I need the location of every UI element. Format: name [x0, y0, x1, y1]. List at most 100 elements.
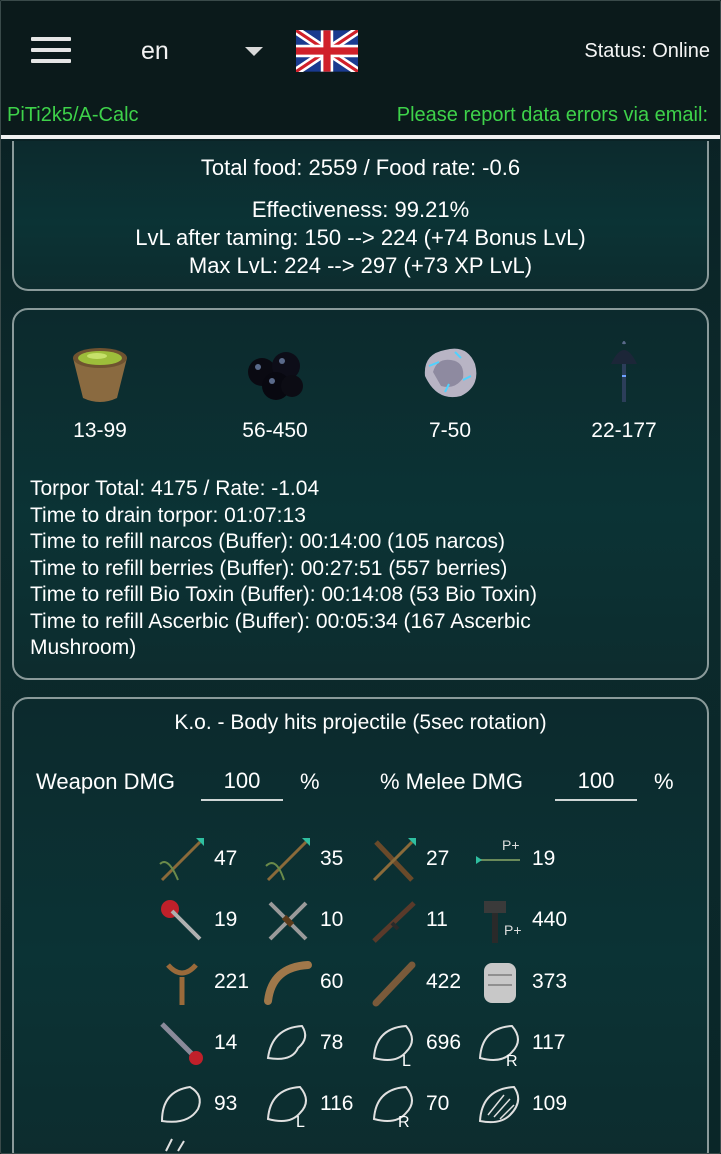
weapon-item[interactable]: L 116 [262, 1079, 362, 1133]
tranq-dart-icon [161, 900, 202, 941]
weapon-value: 19 [214, 908, 238, 931]
weapon-item[interactable]: 422 [368, 957, 468, 1011]
refill-berries: Time to refill berries (Buffer): 00:27:5… [30, 556, 508, 580]
creature-skeleton-icon [478, 1085, 520, 1124]
taming-summary-card: Total food: 2559 / Food rate: -0.6 Effec… [12, 141, 709, 291]
tranq-arrow-compound-icon [372, 838, 416, 882]
weapon-item[interactable]: 11 [368, 895, 468, 949]
language-value: en [141, 37, 169, 65]
weapon-value: 11 [426, 908, 448, 931]
weapon-value: 35 [320, 847, 344, 870]
torpor-item-range: 56-450 [242, 419, 308, 442]
weapon-value: 14 [214, 1031, 238, 1054]
tranq-arrow-icon [159, 838, 204, 882]
torpor-card: 13-99 56-450 7-50 22-177 Torpor Total: 4… [12, 308, 709, 680]
status-text: Status: Online [584, 40, 710, 62]
ko-card: K.o. - Body hits projectile (5sec rotati… [12, 697, 709, 1153]
crossbow-icon [268, 901, 308, 941]
creature-left-2-icon: L [266, 1085, 307, 1131]
weapon-value: 373 [532, 970, 568, 993]
weapon-value: 60 [320, 970, 344, 993]
torpor-item[interactable]: 13-99 [30, 336, 170, 443]
sub-bar: PiTi2k5/A-Calc Please report data errors… [1, 101, 720, 135]
ascerbic-mushroom-icon [611, 341, 637, 402]
weapon-item[interactable]: R 70 [368, 1079, 468, 1133]
torpor-drain: Time to drain torpor: 01:07:13 [30, 503, 306, 527]
weapon-dmg-input[interactable] [201, 763, 283, 801]
refill-biotoxin: Time to refill Bio Toxin (Buffer): 00:14… [30, 583, 537, 606]
uk-flag-icon[interactable] [296, 30, 358, 72]
weapon-value: 47 [214, 847, 238, 870]
weapon-item[interactable]: P+ 440 [474, 895, 574, 949]
weapon-item[interactable]: 19 [156, 895, 256, 949]
svg-text:L: L [296, 1114, 305, 1131]
bio-toxin-icon [424, 348, 477, 398]
weapon-item[interactable]: 78 [262, 1018, 362, 1072]
narcoberry-icon [248, 352, 303, 400]
weapon-value: 117 [532, 1031, 566, 1054]
weapon-value: 221 [214, 970, 250, 993]
weapon-value: 116 [320, 1092, 354, 1115]
weapon-value: 109 [532, 1092, 568, 1115]
creature-partial-icon [165, 1138, 185, 1152]
weapon-item[interactable]: P+ 19 [474, 834, 574, 888]
weapon-dmg-label: Weapon DMG [36, 769, 175, 794]
weapon-value: 78 [320, 1031, 344, 1054]
ko-title: K.o. - Body hits projectile (5sec rotati… [174, 711, 547, 734]
weapon-value: 19 [532, 847, 556, 870]
boomerang-icon [264, 961, 312, 1005]
weapon-value: 440 [532, 908, 568, 931]
creature-left-icon: L [372, 1024, 413, 1070]
menu-icon[interactable] [31, 37, 71, 67]
lvl-after-line: LvL after taming: 150 --> 224 (+74 Bonus… [135, 225, 586, 250]
weapon-item[interactable]: R 117 [474, 1018, 574, 1072]
weapon-item[interactable]: 10 [262, 895, 362, 949]
weapon-item[interactable] [156, 1137, 256, 1153]
weapon-value: 422 [426, 970, 462, 993]
app-link[interactable]: PiTi2k5/A-Calc [7, 104, 139, 127]
svg-text:P+: P+ [502, 837, 520, 853]
weapon-item[interactable]: 373 [474, 957, 574, 1011]
torpor-item[interactable]: 56-450 [205, 336, 345, 443]
weapon-value: 696 [426, 1031, 462, 1054]
top-bar: en Status: Online [1, 1, 720, 101]
fist-icon [484, 963, 516, 1003]
weapon-item[interactable]: 47 [156, 834, 256, 888]
narcotic-bowl-icon [73, 348, 127, 402]
weapon-value: 70 [426, 1092, 450, 1115]
header-divider [1, 135, 720, 139]
weapon-item[interactable]: 221 [156, 957, 256, 1011]
refill-ascerbic-cont: Mushroom) [30, 636, 137, 659]
app-frame: en Status: Online PiTi2k5/A-Calc Please … [0, 0, 721, 1154]
weapon-dmg-unit: % [300, 769, 320, 794]
svg-text:R: R [398, 1114, 410, 1131]
weapon-item[interactable]: 60 [262, 957, 362, 1011]
weapon-item[interactable]: 14 [156, 1018, 256, 1072]
torpor-item-range: 7-50 [428, 419, 472, 442]
melee-dmg-input[interactable] [555, 763, 637, 801]
torpor-item[interactable]: 22-177 [554, 336, 694, 443]
creature-bite-icon [266, 1024, 307, 1060]
weapon-value: 10 [320, 908, 344, 931]
slingshot-icon [166, 963, 198, 1005]
hammer-primitive-plus-icon: P+ [484, 901, 522, 943]
torpor-item-range: 13-99 [73, 419, 127, 442]
refill-ascerbic: Time to refill Ascerbic (Buffer): 00:05:… [30, 609, 531, 633]
melee-dmg-unit: % [654, 769, 674, 794]
weapon-item[interactable]: 27 [368, 834, 468, 888]
torpor-item-range: 22-177 [591, 419, 657, 442]
creature-right-2-icon: R [372, 1085, 413, 1131]
refill-narcos: Time to refill narcos (Buffer): 00:14:00… [30, 530, 506, 553]
svg-text:P+: P+ [504, 922, 522, 938]
weapon-item[interactable]: 93 [156, 1079, 256, 1133]
weapon-item[interactable]: 35 [262, 834, 362, 888]
weapon-item[interactable]: 109 [474, 1079, 574, 1133]
weapon-item[interactable]: L 696 [368, 1018, 468, 1072]
weapon-value: 27 [426, 847, 450, 870]
tranq-arrow-primitive-plus-icon: P+ [476, 837, 520, 864]
svg-text:R: R [506, 1053, 518, 1070]
torpor-item[interactable]: 7-50 [380, 336, 520, 443]
weapon-value: 93 [214, 1092, 238, 1115]
creature-right-icon: R [478, 1024, 519, 1070]
language-select[interactable]: en [141, 35, 271, 71]
